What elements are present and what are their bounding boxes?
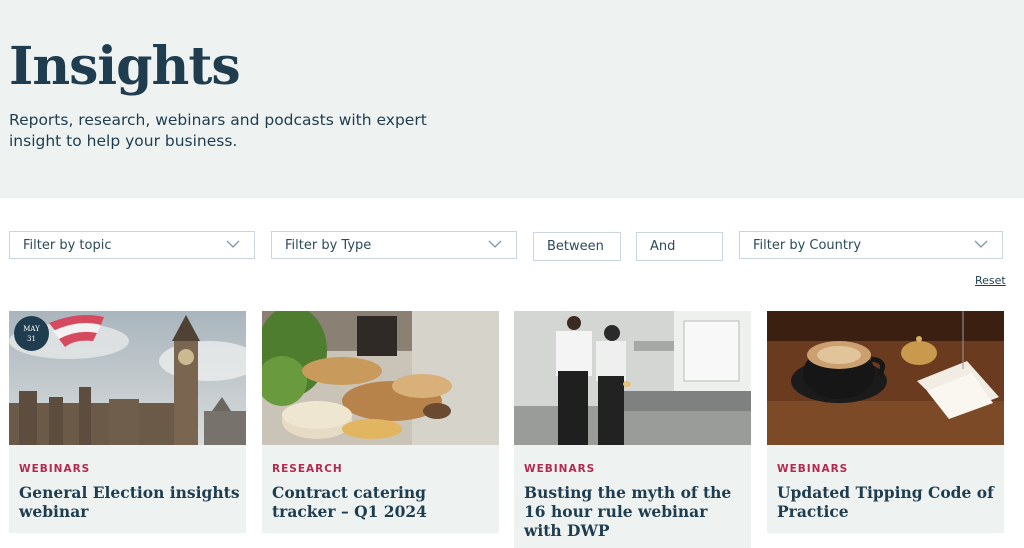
filter-country-select[interactable]: Filter by Country — [739, 231, 1003, 259]
big-ben-parliament-photo: MAY 31 — [9, 311, 246, 445]
date-between-input[interactable]: Between — [533, 232, 621, 261]
date-between-label: Between — [547, 239, 604, 254]
card-title[interactable]: General Election insights webinar — [19, 483, 241, 521]
insight-card[interactable]: RESEARCH Contract catering tracker – Q1 … — [262, 311, 499, 533]
card-category: WEBINARS — [19, 463, 91, 475]
reset-filters-link[interactable]: Reset — [975, 274, 1006, 287]
card-category: RESEARCH — [272, 463, 343, 475]
filter-topic-label: Filter by topic — [23, 237, 112, 253]
card-category: WEBINARS — [524, 463, 596, 475]
insight-card[interactable]: WEBINARS Busting the myth of the 16 hour… — [514, 311, 751, 548]
date-badge: MAY 31 — [14, 316, 49, 351]
filter-country-label: Filter by Country — [753, 237, 862, 253]
coffee-and-receipts-photo — [767, 311, 1004, 445]
chevron-down-icon — [226, 240, 240, 248]
page-subtitle: Reports, research, webinars and podcasts… — [9, 111, 427, 150]
catering-buffet-photo — [262, 311, 499, 445]
date-and-label: And — [650, 239, 676, 254]
page-title: Insights — [9, 36, 241, 97]
date-and-input[interactable]: And — [636, 232, 723, 261]
card-title[interactable]: Contract catering tracker – Q1 2024 — [272, 483, 494, 521]
card-title[interactable]: Busting the myth of the 16 hour rule web… — [524, 483, 746, 540]
chefs-kitchen-photo — [514, 311, 751, 445]
filter-type-select[interactable]: Filter by Type — [271, 231, 517, 259]
badge-day: 31 — [27, 335, 36, 343]
chevron-down-icon — [488, 240, 502, 248]
insight-card[interactable]: WEBINARS Updated Tipping Code of Practic… — [767, 311, 1004, 533]
filter-topic-select[interactable]: Filter by topic — [9, 231, 255, 259]
filter-type-label: Filter by Type — [285, 237, 372, 253]
chevron-down-icon — [974, 240, 988, 248]
insight-card[interactable]: MAY 31 WEBINARS General Election insight… — [9, 311, 246, 533]
badge-month: MAY — [23, 325, 40, 333]
card-category: WEBINARS — [777, 463, 849, 475]
page-header: Insights Reports, research, webinars and… — [0, 0, 1024, 198]
card-title[interactable]: Updated Tipping Code of Practice — [777, 483, 999, 521]
